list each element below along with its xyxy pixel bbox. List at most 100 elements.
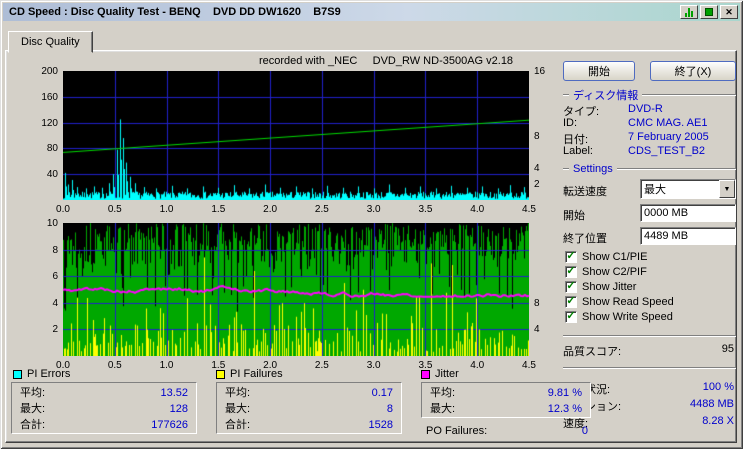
checkbox-box: ✓ [565, 251, 577, 263]
x-axis-tick: 2.5 [314, 204, 329, 215]
stat-label: 平均: [430, 387, 456, 399]
stat-value: 12.3 % [547, 403, 582, 415]
stat-label: 合計: [20, 419, 46, 431]
check-icon: ✓ [566, 310, 576, 322]
stat-label: 平均: [20, 387, 46, 399]
y-axis-right-tick: 8 [534, 130, 540, 142]
po-failures-label: PO Failures: [426, 425, 488, 437]
disc-date-value: 7 February 2005 [628, 131, 709, 143]
x-axis-tick: 2.0 [263, 204, 278, 215]
x-axis-tick: 3.0 [366, 204, 381, 215]
stat-row: 平均: 9.81 % [422, 385, 590, 401]
close-icon: ✕ [725, 6, 733, 17]
recorded-with-label: recorded with _NEC DVD_RW ND-3500AG v2.1… [258, 55, 514, 67]
separator [563, 335, 736, 337]
tab-panel: recorded with _NEC DVD_RW ND-3500AG v2.1… [5, 50, 737, 443]
exit-button[interactable]: 終了(X) [650, 61, 736, 81]
disc-label-label: Label: [563, 145, 593, 157]
check-icon: ✓ [566, 280, 576, 292]
x-axis-tick: 1.0 [159, 204, 174, 215]
transfer-rate-label: 転送速度 [563, 186, 607, 198]
x-axis-tick: 0.0 [56, 360, 70, 371]
chevron-down-icon[interactable]: ▼ [719, 180, 735, 198]
y-axis-left-tick: 160 [41, 91, 58, 103]
close-button[interactable]: ✕ [720, 5, 738, 19]
tab-label: Disc Quality [21, 36, 80, 48]
speed-value: 8.28 X [702, 415, 734, 427]
disc-type-value: DVD-R [628, 103, 663, 115]
stat-label: 最大: [225, 403, 251, 415]
x-axis-tick: 2.0 [263, 360, 278, 371]
pi-errors-stats-box: 平均: 13.52 最大: 128 合計: 177626 [11, 382, 197, 434]
y-axis-left-tick: 10 [46, 218, 58, 229]
checkbox-show-c1-pie[interactable]: ✓ Show C1/PIE [565, 251, 647, 263]
y-axis-left-tick: 2 [52, 324, 58, 336]
x-axis-tick: 3.5 [418, 360, 433, 371]
settings-title: Settings [573, 163, 613, 175]
checkbox-label: Show Jitter [582, 281, 637, 293]
transfer-rate-value: 最大 [644, 184, 666, 196]
check-icon: ✓ [566, 295, 576, 307]
disc-info-group-header: ディスク情報 [563, 87, 736, 103]
stat-row: 最大: 8 [217, 401, 401, 417]
disc-tool-icon[interactable] [700, 5, 718, 19]
stat-value: 177626 [151, 419, 188, 431]
transfer-rate-select[interactable]: 最大 ▼ [640, 179, 736, 199]
x-axis-tick: 3.0 [366, 360, 381, 371]
checkbox-box: ✓ [565, 266, 577, 278]
y-axis-left-tick: 6 [52, 271, 58, 283]
checkbox-box: ✓ [565, 296, 577, 308]
y-axis-right-tick: 2 [534, 178, 540, 190]
stat-value: 0.17 [371, 387, 393, 399]
checkbox-show-jitter[interactable]: ✓ Show Jitter [565, 281, 636, 293]
stat-label: 最大: [430, 403, 456, 415]
pi-errors-chart-canvas [63, 71, 529, 200]
pi-failures-stats-box: 平均: 0.17 最大: 8 合計: 1528 [216, 382, 402, 434]
y-axis-right-tick: 8 [534, 297, 540, 309]
x-axis-tick: 1.0 [159, 360, 174, 371]
stat-label: 平均: [225, 387, 251, 399]
stat-value: 9.81 % [547, 387, 582, 399]
chart-tool-icon[interactable] [680, 5, 698, 19]
stat-row: 合計: 1528 [217, 417, 401, 433]
y-axis-left-tick: 40 [46, 169, 58, 181]
stat-row: 平均: 13.52 [12, 385, 196, 401]
jitter-stats-box: 平均: 9.81 % 最大: 12.3 % [421, 382, 591, 418]
x-axis-tick: 0.5 [107, 204, 122, 215]
checkbox-label: Show Write Speed [582, 311, 673, 323]
disc-info-title: ディスク情報 [573, 90, 639, 102]
stat-row: 最大: 12.3 % [422, 401, 590, 417]
x-axis-tick: 3.5 [418, 204, 433, 215]
titlebar: CD Speed : Disc Quality Test - BENQ DVD … [3, 3, 740, 21]
disc-id-label: ID: [563, 117, 578, 129]
start-position-input[interactable] [640, 204, 736, 222]
y-axis-right-tick: 4 [534, 324, 540, 336]
y-axis-left-tick: 200 [41, 66, 58, 77]
settings-group-header: Settings [563, 163, 736, 175]
start-button[interactable]: 開始 [563, 61, 635, 81]
checkbox-label: Show C1/PIE [582, 251, 648, 263]
disc-label-value: CDS_TEST_B2 [628, 145, 706, 157]
x-axis-tick: 4.5 [522, 204, 536, 215]
x-axis-tick: 4.5 [522, 360, 536, 371]
x-axis-tick: 1.5 [211, 360, 226, 371]
tab-disc-quality[interactable]: Disc Quality [8, 31, 93, 53]
x-axis-tick: 2.5 [314, 360, 329, 371]
stat-value: 1528 [368, 419, 393, 431]
stat-row: 合計: 177626 [12, 417, 196, 433]
end-position-input[interactable] [640, 227, 736, 245]
x-axis-tick: 1.5 [211, 204, 226, 215]
y-axis-left-tick: 4 [52, 297, 58, 309]
check-icon: ✓ [566, 265, 576, 277]
x-axis-tick: 0.5 [107, 360, 122, 371]
window-title: CD Speed : Disc Quality Test - BENQ DVD … [9, 6, 341, 18]
checkbox-show-read-speed[interactable]: ✓ Show Read Speed [565, 296, 674, 308]
checkbox-label: Show Read Speed [582, 296, 674, 308]
checkbox-show-c2-pif[interactable]: ✓ Show C2/PIF [565, 266, 647, 278]
checkbox-show-write-speed[interactable]: ✓ Show Write Speed [565, 311, 673, 323]
quality-score-label: 品質スコア: [563, 346, 622, 358]
stat-row: 最大: 128 [12, 401, 196, 417]
start-position-label: 開始 [563, 210, 585, 222]
y-axis-left-tick: 120 [41, 117, 58, 129]
green-bars-icon [685, 7, 693, 17]
